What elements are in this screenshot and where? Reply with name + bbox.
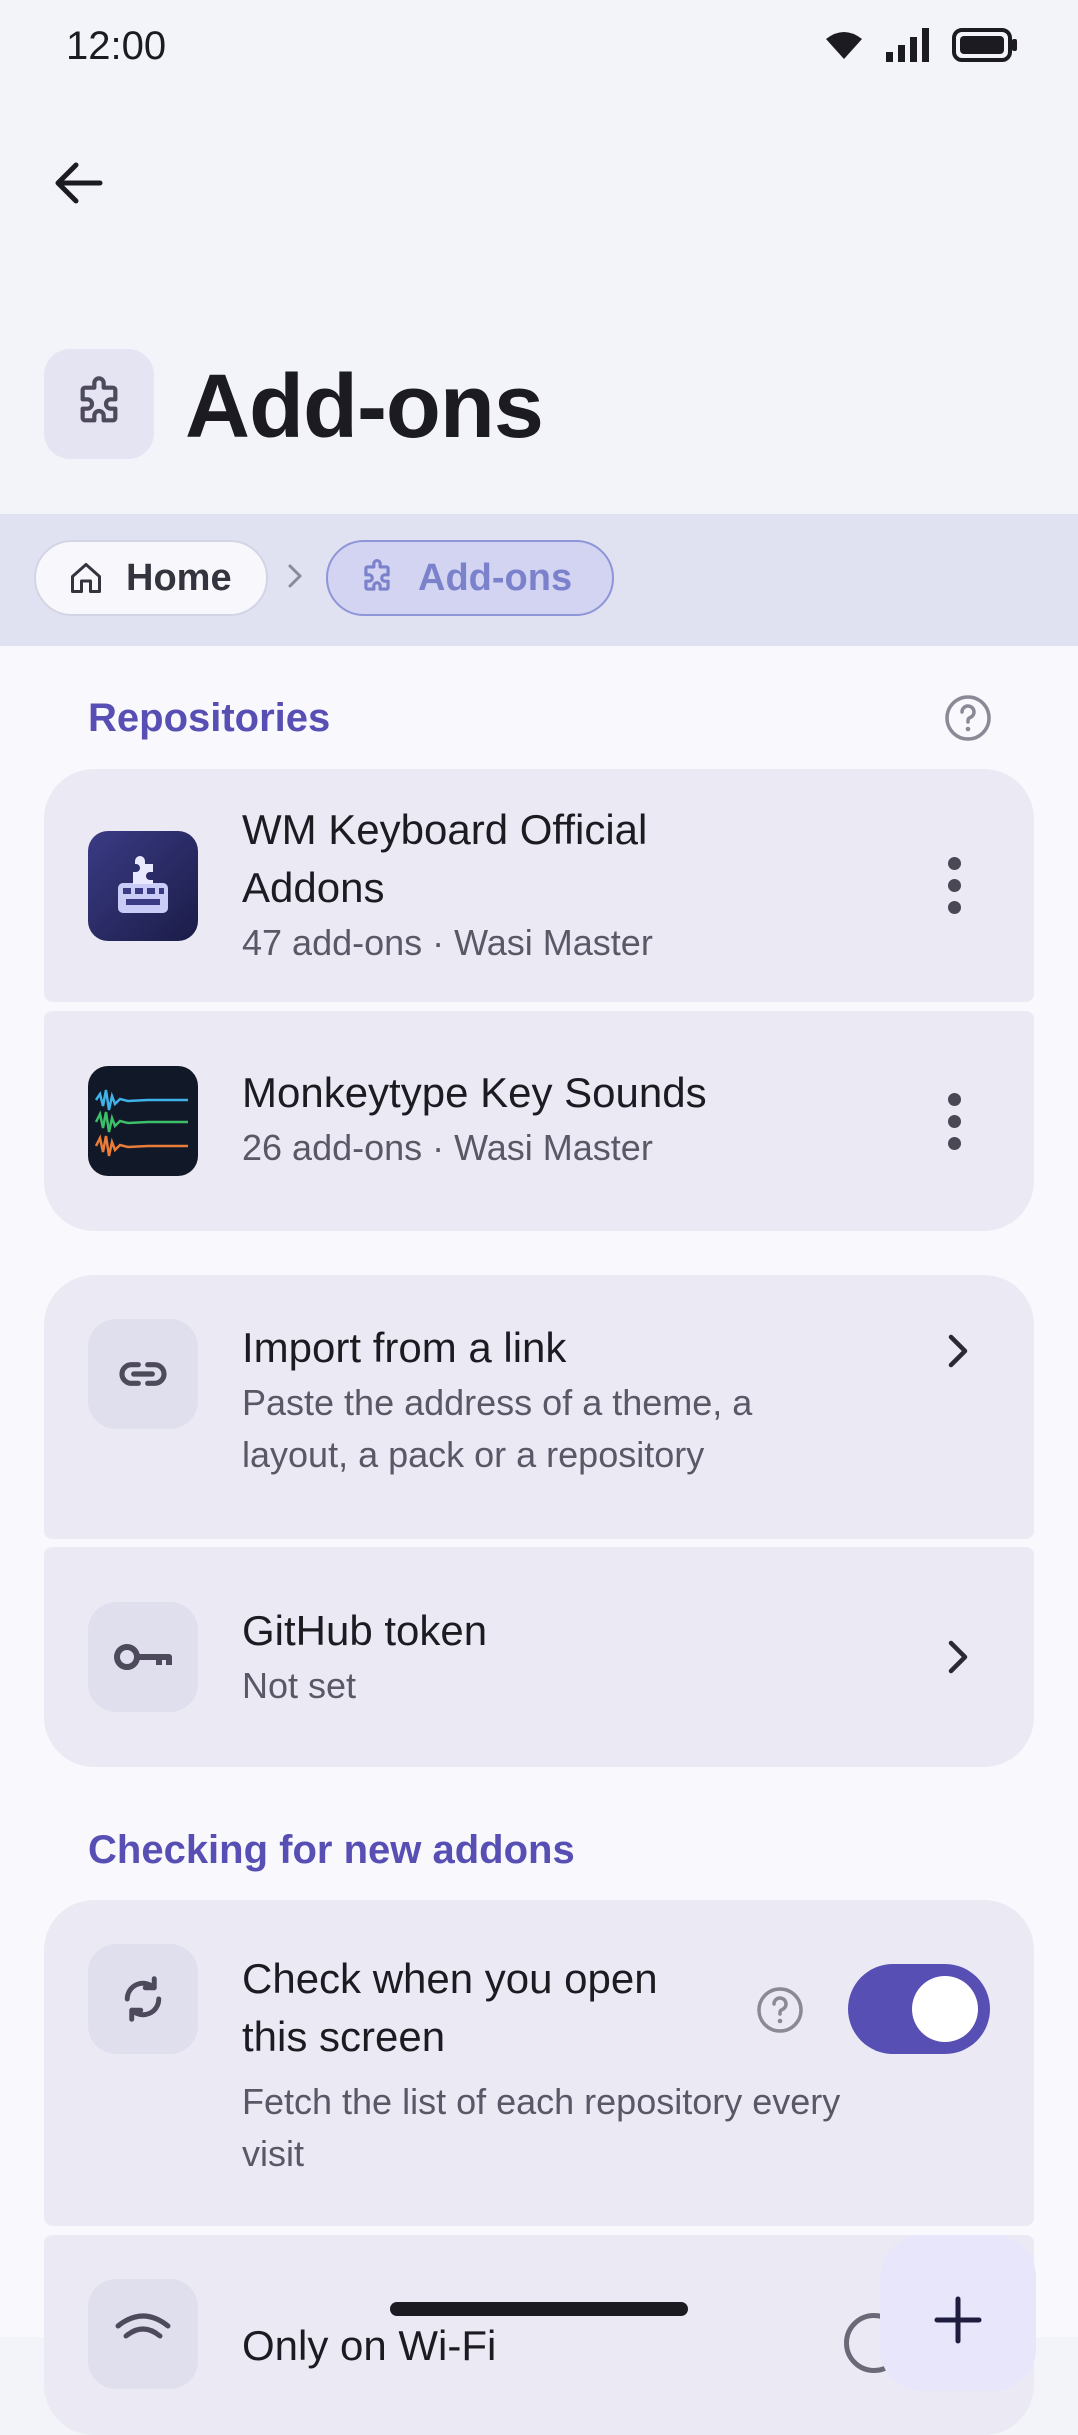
repositories-help-button[interactable] — [944, 694, 992, 742]
home-indicator — [390, 2302, 688, 2316]
title-icon — [44, 349, 154, 459]
check-on-open-help-button[interactable] — [756, 1986, 804, 2034]
check-on-open-title-line1: Check when you open — [242, 1955, 658, 2002]
repository-logo — [88, 1066, 198, 1176]
toggle-knob — [912, 1976, 978, 2042]
battery-icon — [952, 28, 1017, 62]
status-bar: 12:00 — [0, 0, 1078, 100]
check-on-open-item[interactable]: Check when you open this screen Fetch th… — [44, 1900, 1034, 2226]
chevron-right-icon — [288, 564, 302, 588]
check-on-open-title-line2: this screen — [242, 2013, 446, 2060]
repository-menu-button[interactable] — [934, 1081, 974, 1161]
waveform-icon — [94, 1089, 188, 1157]
repository-title-line2: Addons — [242, 864, 385, 911]
section-title-repositories: Repositories — [88, 696, 331, 740]
breadcrumb: Home Add-ons — [0, 514, 1078, 646]
wifi-icon-box — [88, 2279, 198, 2389]
check-on-open-toggle[interactable] — [848, 1964, 990, 2054]
check-on-open-subtitle-line2: visit — [242, 2133, 304, 2174]
puzzle-icon — [364, 559, 390, 591]
help-icon — [945, 695, 991, 741]
repository-item[interactable]: WM Keyboard Official Addons 47 add-ons ·… — [44, 769, 1034, 1002]
add-repository-fab[interactable] — [880, 2235, 1036, 2391]
breadcrumb-addons[interactable]: Add-ons — [326, 540, 614, 616]
github-token-subtitle: Not set — [242, 1665, 357, 1706]
repository-subtitle: 47 add-ons · Wasi Master — [242, 922, 653, 963]
import-title: Import from a link — [242, 1324, 567, 1371]
breadcrumb-home[interactable]: Home — [34, 540, 268, 616]
section-title-checking: Checking for new addons — [88, 1828, 575, 1872]
check-on-open-subtitle-line1: Fetch the list of each repository every — [242, 2081, 841, 2122]
home-icon — [71, 563, 101, 593]
wifi-only-title: Only on Wi-Fi — [242, 2322, 497, 2369]
import-from-link-item[interactable]: Import from a link Paste the address of … — [44, 1275, 1034, 1539]
link-icon — [119, 1362, 167, 1386]
repository-logo — [88, 831, 198, 941]
keyboard-puzzle-icon — [118, 856, 168, 913]
back-button[interactable] — [40, 145, 116, 221]
chevron-right-icon — [938, 1321, 978, 1381]
status-time: 12:00 — [66, 24, 167, 68]
help-icon — [757, 1987, 803, 2033]
status-icons — [824, 28, 1018, 62]
github-token-item[interactable]: GitHub token Not set — [44, 1547, 1034, 1767]
key-icon — [114, 1644, 172, 1670]
sync-icon — [124, 1976, 162, 2022]
puzzle-icon — [80, 376, 118, 423]
chevron-right-icon — [938, 1627, 978, 1687]
sync-icon-box — [88, 1944, 198, 2054]
breadcrumb-home-label: Home — [126, 556, 232, 599]
key-icon-box — [88, 1602, 198, 1712]
link-icon-box — [88, 1319, 198, 1429]
plus-icon — [934, 2296, 982, 2344]
repository-item[interactable]: Monkeytype Key Sounds 26 add-ons · Wasi … — [44, 1011, 1034, 1231]
signal-icon — [886, 28, 929, 62]
breadcrumb-addons-label: Add-ons — [418, 556, 573, 599]
wifi-status-icon — [826, 32, 862, 59]
import-subtitle-line1: Paste the address of a theme, a — [242, 1382, 753, 1423]
import-subtitle-line2: layout, a pack or a repository — [242, 1434, 705, 1475]
wifi-icon — [115, 2313, 171, 2339]
arrow-left-icon — [55, 162, 103, 204]
github-token-title: GitHub token — [242, 1607, 488, 1654]
repository-title-line1: WM Keyboard Official — [242, 806, 648, 853]
repository-subtitle: 26 add-ons · Wasi Master — [242, 1127, 653, 1168]
repository-menu-button[interactable] — [934, 845, 974, 925]
page-title: Add-ons — [185, 357, 544, 457]
repository-title: Monkeytype Key Sounds — [242, 1069, 707, 1116]
